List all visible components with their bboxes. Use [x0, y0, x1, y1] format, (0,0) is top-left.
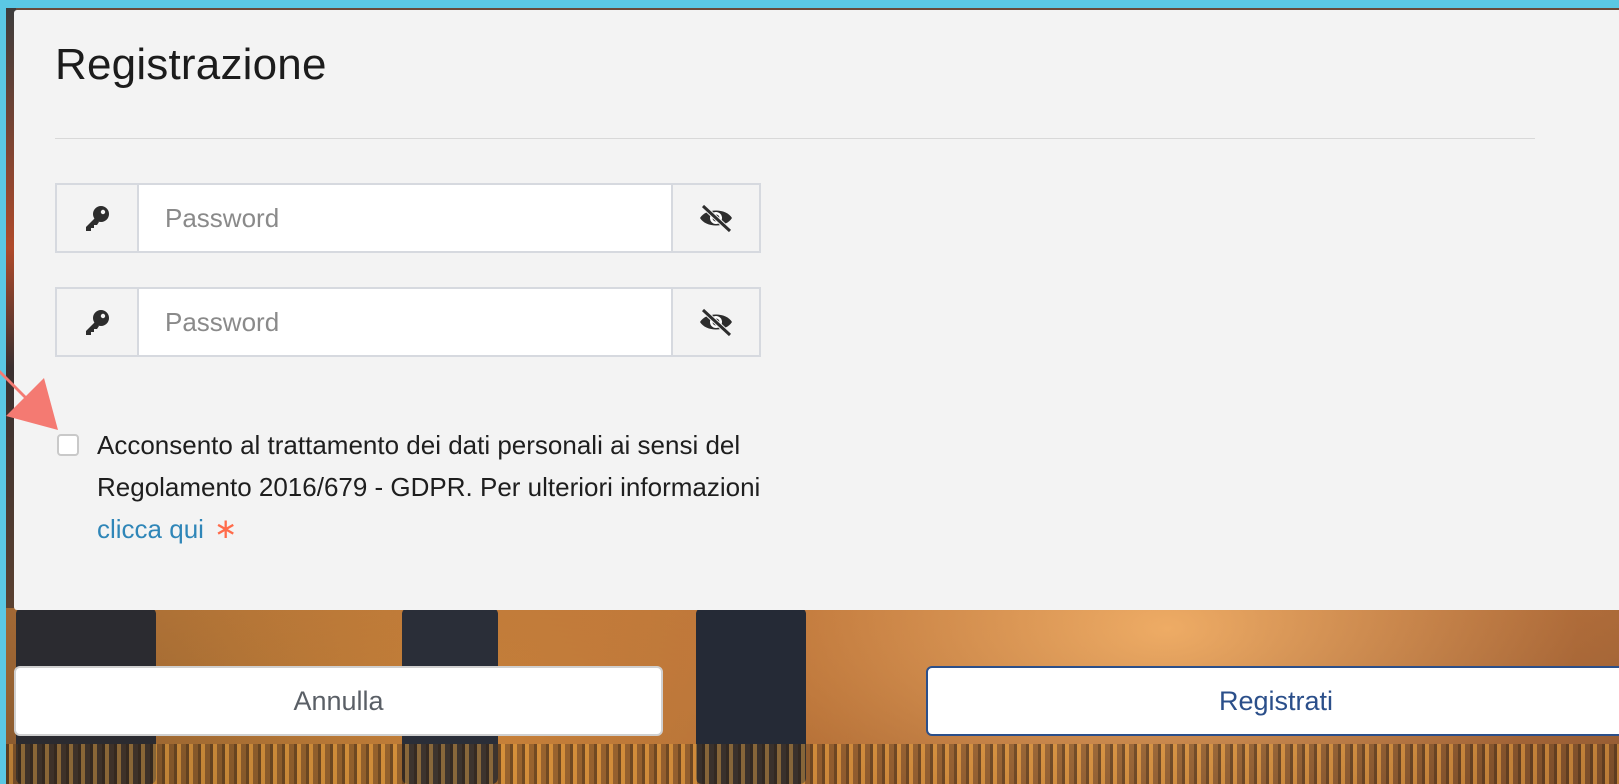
screen: Registrazione Acconsento al trattamento … — [0, 0, 1619, 784]
background-grass — [6, 744, 1619, 784]
required-asterisk: ∗ — [213, 513, 238, 544]
password-group — [55, 183, 761, 253]
password-confirm-group — [55, 287, 761, 357]
password-input[interactable] — [139, 185, 671, 251]
eye-slash-icon[interactable] — [671, 185, 759, 251]
consent-label: Acconsento al trattamento dei dati perso… — [97, 430, 761, 502]
cancel-button[interactable]: Annulla — [14, 666, 663, 736]
eye-slash-icon[interactable] — [671, 289, 759, 355]
modal-title: Registrazione — [55, 40, 327, 89]
consent-text: Acconsento al trattamento dei dati perso… — [97, 424, 777, 550]
key-icon — [57, 185, 139, 251]
password-confirm-input[interactable] — [139, 289, 671, 355]
registration-modal: Registrazione Acconsento al trattamento … — [14, 10, 1619, 610]
register-button[interactable]: Registrati — [926, 666, 1619, 736]
title-divider — [55, 138, 1535, 139]
annotation-arrow-icon — [0, 370, 58, 430]
privacy-link[interactable]: clicca qui — [97, 514, 204, 544]
key-icon — [57, 289, 139, 355]
